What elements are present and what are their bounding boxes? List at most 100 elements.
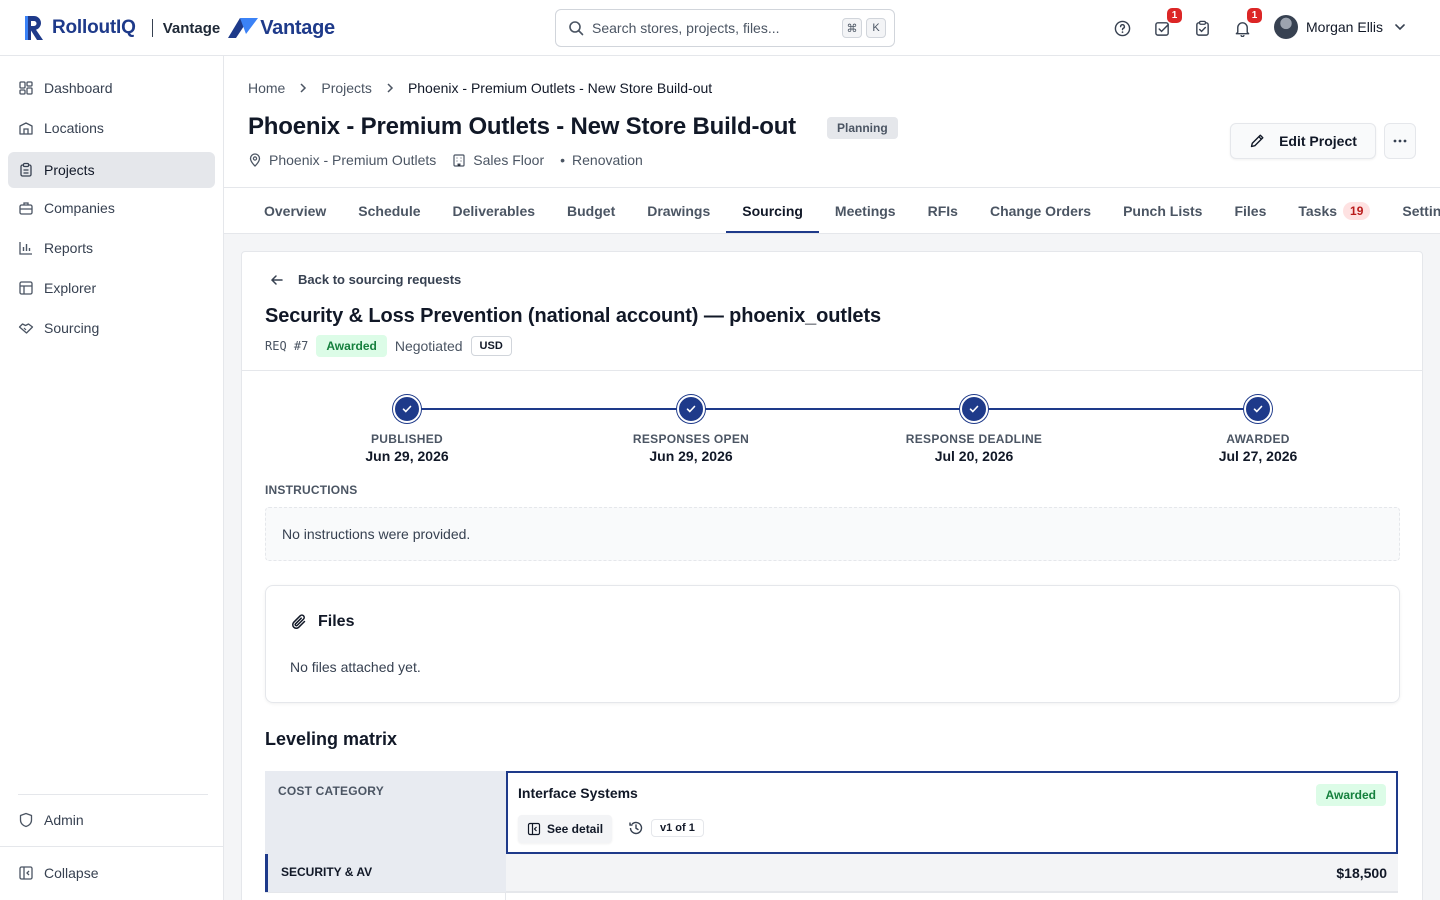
user-menu[interactable]: Morgan Ellis	[1274, 15, 1407, 39]
breadcrumb-home[interactable]: Home	[248, 80, 285, 96]
tab-settings[interactable]: Settings	[1386, 188, 1440, 233]
sidebar-item-explorer[interactable]: Explorer	[8, 270, 215, 306]
search-icon	[568, 20, 584, 36]
sidebar-item-label: Reports	[44, 240, 94, 256]
vendor-awarded-badge: Awarded	[1315, 784, 1386, 806]
sidebar-item-sourcing[interactable]: Sourcing	[8, 310, 215, 346]
timeline-label: RESPONSE DEADLINE	[905, 432, 1043, 446]
breadcrumb-current: Phoenix - Premium Outlets - New Store Bu…	[407, 80, 713, 96]
back-to-sourcing-link[interactable]: Back to sourcing requests	[270, 272, 461, 287]
my-tasks-button[interactable]: 1	[1150, 8, 1182, 40]
chevron-right-icon	[297, 82, 309, 94]
sidebar-item-projects[interactable]: Projects	[8, 152, 215, 188]
tab-budget[interactable]: Budget	[551, 188, 631, 233]
leveling-matrix: COST CATEGORY Interface Systems Awarded …	[265, 771, 1398, 900]
files-section: Files No files attached yet.	[265, 585, 1400, 703]
card-divider	[242, 370, 1422, 371]
help-button[interactable]	[1110, 16, 1134, 40]
tab-overview[interactable]: Overview	[248, 188, 342, 233]
tab-files[interactable]: Files	[1218, 188, 1282, 233]
sidebar-item-locations[interactable]: Locations	[8, 110, 215, 146]
tab-meetings[interactable]: Meetings	[819, 188, 912, 233]
history-icon[interactable]	[628, 820, 644, 836]
project-header: Home Projects Phoenix - Premium Outlets …	[224, 56, 1440, 234]
timeline-label: AWARDED	[1226, 432, 1290, 446]
version-badge[interactable]: v1 of 1	[651, 819, 704, 837]
brand-separator	[151, 19, 153, 37]
instructions-label: INSTRUCTIONS	[265, 483, 358, 497]
request-title: Security & Loss Prevention (national acc…	[265, 305, 882, 327]
check-icon	[960, 395, 988, 423]
sourcing-request-card: Back to sourcing requests Security & Los…	[241, 251, 1423, 900]
client-label: Vantage	[162, 19, 221, 37]
search-placeholder: Search stores, projects, files...	[592, 20, 780, 36]
edit-project-label: Edit Project	[1279, 133, 1357, 149]
brand-name: RolloutIQ	[52, 17, 136, 38]
see-detail-button[interactable]: See detail	[518, 815, 613, 843]
clipboard-button[interactable]	[1190, 16, 1214, 40]
bell-icon	[1234, 20, 1251, 37]
files-heading: Files	[290, 612, 354, 632]
files-title: Files	[318, 613, 355, 630]
brand[interactable]: RolloutIQ Vantage Vantage	[22, 14, 335, 42]
files-empty-state: No files attached yet.	[290, 659, 421, 675]
tab-tasks[interactable]: Tasks 19	[1282, 188, 1386, 233]
breadcrumb-projects[interactable]: Projects	[321, 80, 372, 96]
notifications-badge: 1	[1247, 8, 1262, 23]
table-icon	[18, 280, 34, 296]
shortcut-mod-key: ⌘	[842, 18, 862, 38]
timeline-connector	[407, 408, 1258, 410]
tab-rfis[interactable]: RFIs	[912, 188, 974, 233]
shield-icon	[18, 812, 34, 828]
collapse-icon	[18, 865, 34, 881]
instructions-box: No instructions were provided.	[265, 507, 1400, 561]
breadcrumb: Home Projects Phoenix - Premium Outlets …	[248, 80, 712, 96]
bar-chart-icon	[18, 240, 34, 256]
clipboard-check-icon	[1194, 20, 1211, 37]
project-location: Phoenix - Premium Outlets	[269, 152, 437, 168]
timeline-date: Jun 29, 2026	[649, 448, 733, 464]
panel-icon	[527, 822, 547, 836]
table-row	[265, 892, 1398, 900]
client-logo-text: Vantage	[260, 16, 335, 39]
sidebar-item-companies[interactable]: Companies	[8, 190, 215, 226]
tab-schedule[interactable]: Schedule	[342, 188, 436, 233]
request-meta: REQ #7 Awarded Negotiated USD	[265, 335, 512, 357]
cost-category-header: COST CATEGORY	[265, 771, 506, 854]
status-badge: Planning	[827, 117, 898, 139]
tab-change-orders[interactable]: Change Orders	[974, 188, 1107, 233]
avatar	[1274, 15, 1298, 39]
tab-sourcing[interactable]: Sourcing	[726, 188, 819, 233]
sidebar-item-reports[interactable]: Reports	[8, 230, 215, 266]
chevron-down-icon	[1393, 20, 1407, 34]
table-cell	[265, 893, 506, 900]
sidebar-item-label: Locations	[44, 120, 104, 136]
shortcut-key: K	[866, 18, 886, 38]
notifications-button[interactable]: 1	[1230, 8, 1262, 40]
search-input[interactable]: Search stores, projects, files... ⌘ K	[555, 9, 895, 47]
tab-deliverables[interactable]: Deliverables	[437, 188, 552, 233]
timeline-label: RESPONSES OPEN	[632, 432, 750, 446]
sidebar-item-admin[interactable]: Admin	[8, 802, 215, 838]
request-id: REQ #7	[265, 339, 309, 353]
building-icon	[452, 153, 466, 167]
more-actions-button[interactable]	[1384, 123, 1416, 159]
tasks-badge: 1	[1167, 8, 1182, 23]
edit-project-button[interactable]: Edit Project	[1230, 123, 1376, 159]
tab-punch-lists[interactable]: Punch Lists	[1107, 188, 1218, 233]
currency-badge: USD	[470, 336, 512, 356]
request-status-badge: Awarded	[316, 335, 387, 357]
tab-drawings[interactable]: Drawings	[631, 188, 726, 233]
more-horizontal-icon	[1392, 139, 1408, 143]
sidebar-divider	[0, 846, 224, 847]
sidebar-divider	[18, 794, 208, 795]
sidebar-item-dashboard[interactable]: Dashboard	[8, 70, 215, 106]
dashboard-icon	[18, 80, 34, 96]
leveling-matrix-title: Leveling matrix	[265, 729, 398, 749]
collapse-sidebar-button[interactable]: Collapse	[8, 855, 215, 891]
paperclip-icon	[290, 612, 318, 632]
project-type: Renovation	[572, 152, 643, 168]
collapse-label: Collapse	[44, 865, 99, 881]
timeline-step-response-deadline: RESPONSE DEADLINE Jul 20, 2026	[874, 395, 1074, 464]
user-name: Morgan Ellis	[1306, 19, 1384, 35]
